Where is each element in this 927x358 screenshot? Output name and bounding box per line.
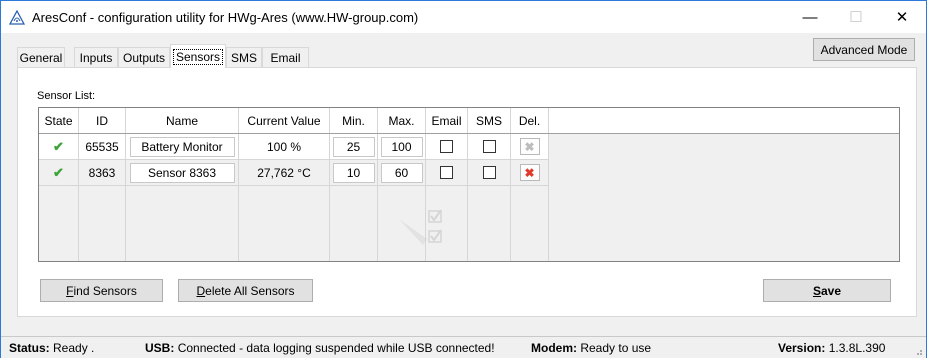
app-logo-icon bbox=[9, 10, 25, 25]
current-value-cell: 27,762 °C bbox=[239, 160, 330, 186]
save-mnemonic: S bbox=[812, 283, 821, 298]
advanced-mode-button[interactable]: Advanced Mode bbox=[813, 38, 915, 61]
sensor-list-label: Sensor List: bbox=[37, 90, 96, 102]
delete-cell: ✖ bbox=[511, 160, 549, 186]
version-status-item: Version: 1.3.8L.390 bbox=[778, 341, 885, 355]
sensor-grid[interactable]: State ID Name Current Value Min. Max. Em… bbox=[38, 107, 900, 262]
tab-label: SMS bbox=[230, 50, 257, 65]
find-sensors-button[interactable]: Find Sensors bbox=[40, 279, 163, 302]
delete-x-icon[interactable]: ✖ bbox=[519, 138, 540, 155]
modem-label: Modem: bbox=[531, 341, 577, 355]
column-header-delete[interactable]: Del. bbox=[511, 108, 549, 133]
window-title: AresConf - configuration utility for HWg… bbox=[32, 10, 419, 25]
min-field[interactable]: 10 bbox=[332, 162, 375, 183]
delete-cell: ✖ bbox=[511, 134, 549, 160]
status-label: Status: bbox=[9, 341, 50, 355]
version-value: 1.3.8L.390 bbox=[828, 341, 886, 355]
delete-x-icon[interactable]: ✖ bbox=[519, 164, 540, 181]
current-value-cell: 100 % bbox=[239, 134, 330, 160]
status-bar: Status: Ready . USB: Connected - data lo… bbox=[1, 336, 926, 358]
table-row[interactable]: ✔ 65535 Battery Monitor 100 % 25 100 ✖ bbox=[39, 134, 549, 160]
min-field[interactable]: 25 bbox=[332, 136, 375, 157]
status-value: Ready . bbox=[53, 341, 95, 355]
email-cell bbox=[426, 134, 468, 160]
min-cell: 10 bbox=[330, 160, 378, 186]
tab-label: Outputs bbox=[122, 50, 166, 65]
checklist-watermark-icon bbox=[399, 209, 442, 245]
save-button[interactable]: Save bbox=[763, 279, 891, 302]
column-header-min[interactable]: Min. bbox=[330, 108, 378, 133]
column-header-name[interactable]: Name bbox=[126, 108, 239, 133]
close-button[interactable]: ✕ bbox=[879, 1, 925, 33]
name-cell: Battery Monitor bbox=[126, 134, 239, 160]
find-sensors-label: ind Sensors bbox=[73, 283, 137, 298]
table-row[interactable]: ✔ 8363 Sensor 8363 27,762 °C 10 60 ✖ bbox=[39, 160, 549, 186]
find-sensors-mnemonic: F bbox=[66, 283, 74, 298]
green-check-icon: ✔ bbox=[53, 138, 64, 154]
sms-cell bbox=[468, 134, 511, 160]
tab-general[interactable]: General bbox=[17, 47, 65, 67]
modem-value: Ready to use bbox=[580, 341, 652, 355]
id-cell: 8363 bbox=[79, 160, 126, 186]
usb-status-item: USB: Connected - data logging suspended … bbox=[145, 341, 495, 355]
column-header-state[interactable]: State bbox=[39, 108, 79, 133]
column-header-email[interactable]: Email bbox=[426, 108, 468, 133]
tab-outputs[interactable]: Outputs bbox=[118, 47, 170, 67]
state-cell: ✔ bbox=[39, 134, 79, 160]
sensor-name-field[interactable]: Battery Monitor bbox=[129, 136, 235, 157]
version-label: Version: bbox=[778, 341, 826, 355]
modem-status-item: Modem: Ready to use bbox=[531, 341, 651, 355]
max-cell: 60 bbox=[378, 160, 426, 186]
column-header-id[interactable]: ID bbox=[79, 108, 126, 133]
column-header-sms[interactable]: SMS bbox=[468, 108, 511, 133]
email-checkbox[interactable] bbox=[440, 140, 453, 153]
resize-grip-icon[interactable] bbox=[913, 346, 923, 356]
tab-label: Sensors bbox=[172, 48, 224, 65]
grid-header: State ID Name Current Value Min. Max. Em… bbox=[39, 108, 899, 134]
tab-inputs[interactable]: Inputs bbox=[74, 47, 118, 67]
sensor-name-field[interactable]: Sensor 8363 bbox=[129, 162, 235, 183]
tab-email[interactable]: Email bbox=[262, 47, 309, 67]
id-cell: 65535 bbox=[79, 134, 126, 160]
max-field[interactable]: 60 bbox=[380, 162, 423, 183]
email-checkbox[interactable] bbox=[440, 166, 453, 179]
delete-all-label: elete All Sensors bbox=[205, 283, 295, 298]
maximize-button[interactable]: ☐ bbox=[833, 1, 879, 33]
app-window: AresConf - configuration utility for HWg… bbox=[0, 0, 927, 358]
delete-all-mnemonic: D bbox=[196, 283, 206, 298]
delete-all-sensors-button[interactable]: Delete All Sensors bbox=[178, 279, 313, 302]
tab-sms[interactable]: SMS bbox=[226, 47, 262, 67]
state-cell: ✔ bbox=[39, 160, 79, 186]
column-header-max[interactable]: Max. bbox=[378, 108, 426, 133]
green-check-icon: ✔ bbox=[53, 164, 64, 180]
save-label: ave bbox=[820, 283, 842, 298]
email-cell bbox=[426, 160, 468, 186]
sms-cell bbox=[468, 160, 511, 186]
name-cell: Sensor 8363 bbox=[126, 160, 239, 186]
min-cell: 25 bbox=[330, 134, 378, 160]
column-header-current-value[interactable]: Current Value bbox=[239, 108, 330, 133]
tab-sensors[interactable]: Sensors bbox=[170, 44, 226, 68]
sms-checkbox[interactable] bbox=[482, 166, 496, 179]
tab-label: Email bbox=[270, 50, 301, 65]
sms-checkbox[interactable] bbox=[482, 140, 496, 153]
minimize-button[interactable]: — bbox=[787, 1, 833, 33]
usb-label: USB: bbox=[145, 341, 175, 355]
title-bar[interactable]: AresConf - configuration utility for HWg… bbox=[1, 1, 926, 33]
tab-label: Inputs bbox=[79, 50, 113, 65]
tab-label: General bbox=[19, 50, 63, 65]
max-field[interactable]: 100 bbox=[380, 136, 423, 157]
max-cell: 100 bbox=[378, 134, 426, 160]
usb-value: Connected - data logging suspended while… bbox=[177, 341, 495, 355]
status-item: Status: Ready . bbox=[9, 341, 94, 355]
